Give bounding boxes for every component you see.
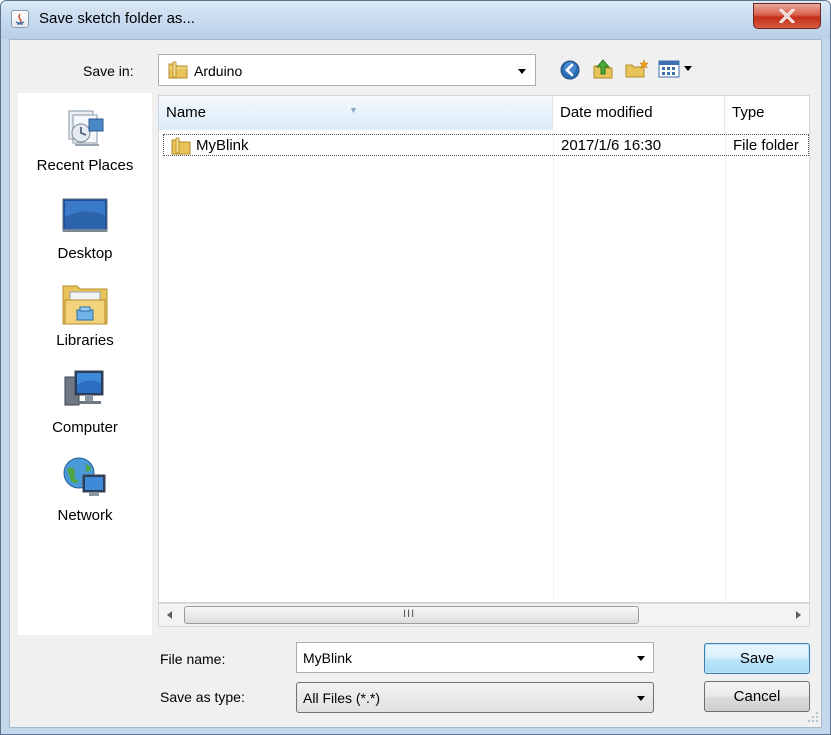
folder-icon bbox=[171, 137, 191, 155]
file-list[interactable]: Name ▼ Date modified Type MyBlink 2017/1… bbox=[158, 95, 810, 603]
title-bar[interactable]: Save sketch folder as... bbox=[1, 1, 830, 39]
place-label: Computer bbox=[52, 419, 118, 436]
scroll-left-icon[interactable] bbox=[167, 611, 172, 619]
file-name-cell: MyBlink bbox=[196, 137, 249, 154]
places-bar: Recent Places Desktop Libraries Computer… bbox=[18, 93, 152, 635]
java-app-icon bbox=[11, 10, 29, 28]
table-row[interactable]: MyBlink 2017/1/6 16:30 File folder bbox=[163, 134, 809, 156]
cancel-button[interactable]: Cancel bbox=[704, 681, 810, 712]
save-dialog: Save sketch folder as... Save in: Arduin… bbox=[0, 0, 831, 735]
column-header-name[interactable]: Name ▼ bbox=[159, 96, 553, 130]
libraries-icon bbox=[62, 285, 108, 325]
place-label: Network bbox=[57, 507, 113, 524]
scrollbar-thumb[interactable]: III bbox=[184, 606, 639, 624]
up-folder-icon[interactable] bbox=[592, 58, 614, 80]
new-folder-icon[interactable] bbox=[625, 59, 649, 79]
save-as-type-combobox[interactable]: All Files (*.*) bbox=[296, 682, 654, 713]
save-in-combobox[interactable]: Arduino bbox=[158, 54, 536, 86]
close-button[interactable] bbox=[753, 3, 821, 29]
place-label: Recent Places bbox=[36, 157, 134, 174]
sort-arrow-icon: ▼ bbox=[349, 105, 358, 115]
place-libraries[interactable]: Libraries bbox=[18, 280, 152, 364]
save-in-value: Arduino bbox=[194, 63, 243, 79]
chevron-down-icon[interactable] bbox=[637, 696, 645, 701]
place-label: Desktop bbox=[57, 245, 113, 262]
save-as-type-value: All Files (*.*) bbox=[303, 690, 381, 706]
file-name-input[interactable]: MyBlink bbox=[296, 642, 654, 673]
column-header-label: Type bbox=[732, 104, 765, 121]
scroll-right-icon[interactable] bbox=[796, 611, 801, 619]
column-header-type[interactable]: Type bbox=[725, 96, 809, 130]
scrollbar-grip: III bbox=[403, 608, 416, 620]
recent-places-icon bbox=[68, 110, 104, 146]
date-modified-cell: 2017/1/6 16:30 bbox=[561, 137, 662, 154]
place-label: Libraries bbox=[56, 332, 114, 349]
network-icon bbox=[63, 457, 106, 496]
computer-icon bbox=[64, 370, 104, 406]
column-header-label: Date modified bbox=[560, 104, 653, 121]
place-network[interactable]: Network bbox=[18, 455, 152, 539]
folder-icon bbox=[168, 61, 188, 79]
column-header-date-modified[interactable]: Date modified bbox=[553, 96, 725, 130]
save-in-label: Save in: bbox=[83, 63, 134, 79]
place-computer[interactable]: Computer bbox=[18, 367, 152, 451]
resize-grip-icon[interactable] bbox=[807, 711, 819, 723]
type-cell: File folder bbox=[733, 137, 799, 154]
save-button[interactable]: Save bbox=[704, 643, 810, 674]
file-name-value: MyBlink bbox=[303, 650, 353, 666]
column-divider bbox=[725, 130, 726, 602]
chevron-down-icon[interactable] bbox=[637, 656, 645, 661]
back-icon[interactable] bbox=[560, 60, 580, 80]
horizontal-scrollbar[interactable]: III bbox=[158, 603, 810, 627]
place-desktop[interactable]: Desktop bbox=[18, 193, 152, 277]
window-title: Save sketch folder as... bbox=[39, 10, 195, 27]
close-icon bbox=[779, 9, 795, 23]
place-recent-places[interactable]: Recent Places bbox=[18, 105, 152, 189]
save-as-type-label: Save as type: bbox=[160, 689, 245, 705]
column-divider bbox=[553, 130, 554, 602]
desktop-icon bbox=[62, 198, 108, 232]
view-menu-icon[interactable] bbox=[658, 60, 694, 78]
chevron-down-icon[interactable] bbox=[518, 69, 526, 74]
column-header-label: Name bbox=[166, 104, 207, 121]
file-name-label: File name: bbox=[160, 651, 226, 667]
